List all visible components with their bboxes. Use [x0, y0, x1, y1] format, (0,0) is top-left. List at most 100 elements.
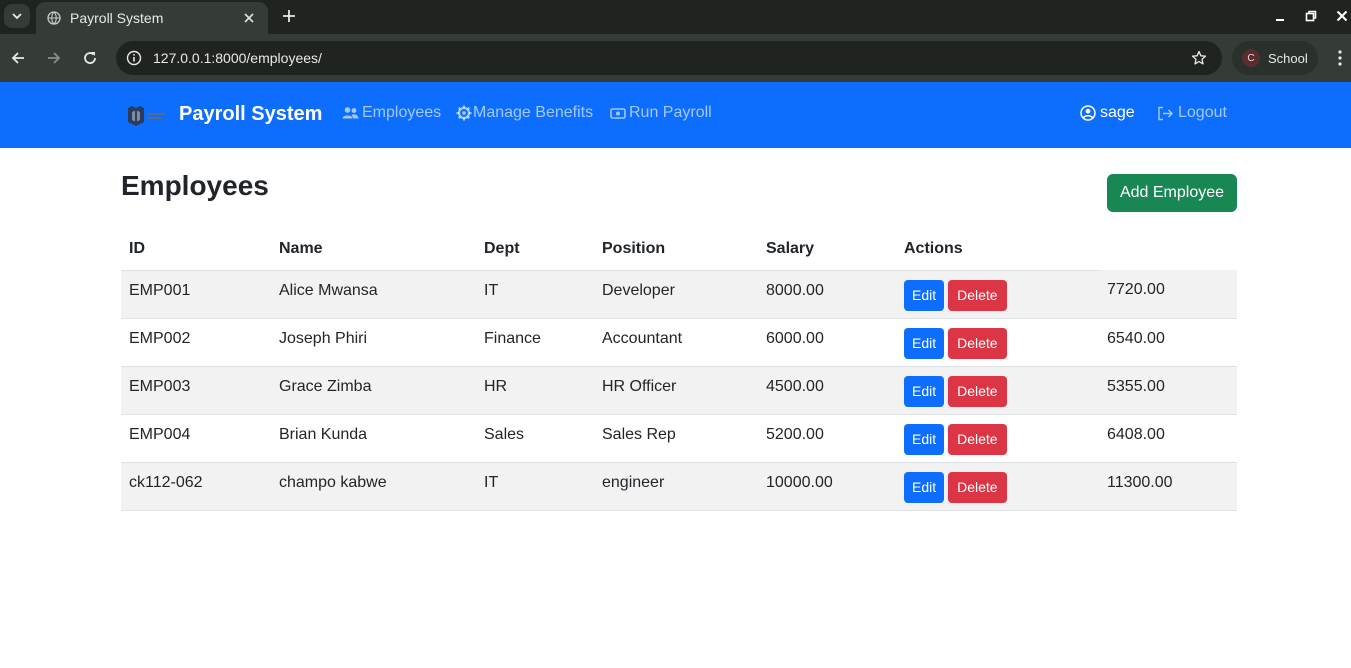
- nav-link-manage-benefits[interactable]: Manage Benefits: [456, 104, 593, 122]
- app-navbar: Payroll System Employees Manage Benefits…: [0, 82, 1351, 148]
- users-icon: [342, 106, 359, 120]
- cell-name: Joseph Phiri: [271, 318, 476, 367]
- gear-icon: [456, 105, 472, 121]
- cell-position: Accountant: [594, 318, 758, 367]
- cell-net: 6408.00: [1099, 414, 1237, 463]
- cell-position: HR Officer: [594, 366, 758, 415]
- cell-salary: 4500.00: [758, 366, 896, 415]
- delete-button[interactable]: Delete: [948, 423, 1007, 455]
- user-name: sage: [1100, 104, 1135, 121]
- brand-title[interactable]: Payroll System: [179, 103, 322, 126]
- cell-id: EMP004: [121, 414, 271, 463]
- cell-id: EMP001: [121, 270, 271, 319]
- table-row: EMP003 Grace Zimba HR HR Officer 4500.00…: [121, 366, 1237, 415]
- delete-button[interactable]: Delete: [948, 327, 1007, 359]
- reload-icon[interactable]: [78, 46, 102, 70]
- column-header-dept: Dept: [476, 229, 594, 271]
- address-bar[interactable]: 127.0.0.1:8000/employees/: [116, 41, 1222, 75]
- logo-icon[interactable]: [125, 104, 167, 128]
- column-header-position: Position: [594, 229, 758, 271]
- cell-dept: IT: [476, 270, 594, 319]
- table-row: ck112-062 champo kabwe IT engineer 10000…: [121, 462, 1237, 511]
- cell-id: ck112-062: [121, 462, 271, 511]
- cell-net: 6540.00: [1099, 318, 1237, 367]
- cell-name: champo kabwe: [271, 462, 476, 511]
- cell-position: Sales Rep: [594, 414, 758, 463]
- window-close-icon[interactable]: [1332, 6, 1351, 26]
- edit-button[interactable]: Edit: [904, 279, 945, 311]
- minimize-icon[interactable]: [1270, 6, 1290, 26]
- cell-actions: Edit Delete: [896, 414, 1099, 463]
- close-icon[interactable]: [240, 9, 258, 27]
- nav-user[interactable]: sage: [1080, 104, 1135, 122]
- table-header-row: ID Name Dept Position Salary Actions: [121, 229, 1237, 271]
- user-circle-icon: [1080, 105, 1096, 121]
- column-header-net: [1099, 229, 1237, 270]
- logout-icon: [1157, 106, 1174, 121]
- table-row: EMP001 Alice Mwansa IT Developer 8000.00…: [121, 270, 1237, 319]
- employees-table: ID Name Dept Position Salary Actions EMP…: [121, 229, 1237, 511]
- back-icon[interactable]: [6, 46, 30, 70]
- tab-search-button[interactable]: [4, 4, 30, 28]
- cell-actions: Edit Delete: [896, 318, 1099, 367]
- cell-salary: 5200.00: [758, 414, 896, 463]
- cell-salary: 8000.00: [758, 270, 896, 319]
- profile-name: School: [1268, 50, 1308, 66]
- cell-dept: IT: [476, 462, 594, 511]
- forward-icon[interactable]: [42, 46, 66, 70]
- delete-button[interactable]: Delete: [948, 375, 1007, 407]
- cell-net: 11300.00: [1099, 462, 1237, 511]
- table-body: EMP001 Alice Mwansa IT Developer 8000.00…: [121, 270, 1237, 511]
- cell-dept: HR: [476, 366, 594, 415]
- column-header-id: ID: [121, 229, 271, 271]
- nav-link-label: Manage Benefits: [473, 104, 594, 121]
- tab-title: Payroll System: [70, 10, 164, 26]
- more-menu-icon[interactable]: [1330, 48, 1350, 68]
- nav-link-logout[interactable]: Logout: [1157, 104, 1227, 122]
- edit-button[interactable]: Edit: [904, 327, 945, 359]
- cell-actions: Edit Delete: [896, 462, 1099, 511]
- cell-actions: Edit Delete: [896, 366, 1099, 415]
- column-header-salary: Salary: [758, 229, 896, 271]
- cell-position: Developer: [594, 270, 758, 319]
- cell-actions: Edit Delete: [896, 270, 1099, 319]
- cell-name: Alice Mwansa: [271, 270, 476, 319]
- column-header-name: Name: [271, 229, 476, 271]
- cell-dept: Sales: [476, 414, 594, 463]
- nav-link-employees[interactable]: Employees: [342, 104, 441, 122]
- cell-name: Brian Kunda: [271, 414, 476, 463]
- table-row: EMP002 Joseph Phiri Finance Accountant 6…: [121, 318, 1237, 367]
- new-tab-button[interactable]: [278, 5, 300, 27]
- table-row: EMP004 Brian Kunda Sales Sales Rep 5200.…: [121, 414, 1237, 463]
- profile-button[interactable]: C School: [1232, 41, 1318, 75]
- cell-dept: Finance: [476, 318, 594, 367]
- site-info-icon[interactable]: [124, 48, 144, 68]
- chevron-down-icon: [12, 13, 22, 20]
- bookmark-star-icon[interactable]: [1190, 49, 1208, 67]
- cash-icon: [610, 106, 626, 120]
- cell-net: 7720.00: [1099, 270, 1237, 319]
- nav-link-label: Employees: [362, 104, 442, 121]
- nav-link-label: Run Payroll: [629, 104, 712, 121]
- restore-icon[interactable]: [1301, 6, 1321, 26]
- edit-button[interactable]: Edit: [904, 471, 945, 503]
- page-title: Employees: [121, 170, 269, 201]
- delete-button[interactable]: Delete: [948, 279, 1007, 311]
- browser-tab[interactable]: Payroll System: [36, 2, 268, 34]
- cell-id: EMP002: [121, 318, 271, 367]
- cell-salary: 10000.00: [758, 462, 896, 511]
- browser-toolbar: 127.0.0.1:8000/employees/ C School: [0, 34, 1351, 82]
- column-header-actions: Actions: [896, 229, 1099, 271]
- cell-name: Grace Zimba: [271, 366, 476, 415]
- edit-button[interactable]: Edit: [904, 375, 945, 407]
- nav-link-run-payroll[interactable]: Run Payroll: [610, 104, 712, 122]
- globe-icon: [46, 10, 62, 26]
- add-employee-button[interactable]: Add Employee: [1107, 174, 1237, 212]
- edit-button[interactable]: Edit: [904, 423, 945, 455]
- avatar: C: [1242, 49, 1260, 67]
- delete-button[interactable]: Delete: [948, 471, 1007, 503]
- cell-id: EMP003: [121, 366, 271, 415]
- plus-icon: [283, 10, 295, 22]
- cell-net: 5355.00: [1099, 366, 1237, 415]
- browser-tabstrip: Payroll System: [0, 0, 1351, 34]
